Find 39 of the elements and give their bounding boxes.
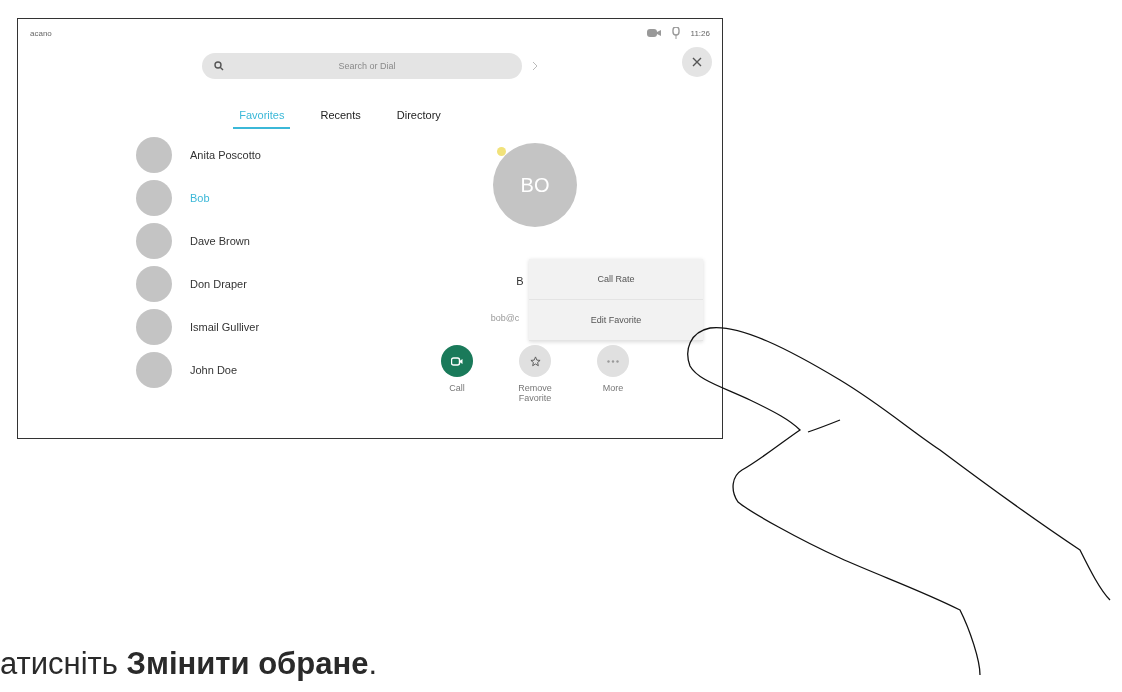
search-input[interactable]: Search or Dial [224,60,510,72]
menu-item[interactable]: Call Rate [529,259,703,300]
avatar-circle [136,223,172,259]
favorite-marker-icon [497,147,506,156]
contact-name[interactable]: Ismail Gulliver [190,321,260,333]
contact-name[interactable]: Don Draper [190,278,247,290]
menu-item[interactable]: Edit Favorite [529,300,703,341]
tab[interactable]: Directory [390,105,447,129]
chevron-right-icon[interactable] [532,61,538,71]
camera-icon [646,28,661,38]
contact-address: bob@c [490,313,520,323]
tab[interactable]: Recents [314,105,367,129]
contact-name[interactable]: John Doe [190,364,238,376]
clock-time: 11:26 [690,28,710,38]
call-button[interactable] [441,345,473,377]
action-label: More [602,383,624,393]
avatar-circle [136,309,172,345]
close-icon [692,57,702,67]
contact-name[interactable]: Anita Poscotto [190,149,261,161]
avatar-circle [136,180,172,216]
avatar-initials: BO [520,173,550,197]
search-icon [214,61,224,71]
more-button[interactable] [597,345,629,377]
avatar-circle [136,266,172,302]
favorite-button[interactable] [519,345,551,377]
action-label: Call [449,383,465,393]
contact-detail-name: B [516,275,524,287]
dots-icon [607,359,619,363]
close-button[interactable] [682,47,712,77]
instruction-caption: атисніть Змінити обране. [0,646,377,682]
contact-name[interactable]: Dave Brown [190,235,250,247]
video-camera-icon [451,356,463,366]
search-field[interactable]: Search or Dial [202,53,522,79]
avatar-circle [136,352,172,388]
avatar-circle [136,137,172,173]
action-label: Remove Favorite [517,383,553,403]
device-name: acano [30,28,52,38]
microphone-icon [670,27,681,39]
star-icon [529,355,541,367]
